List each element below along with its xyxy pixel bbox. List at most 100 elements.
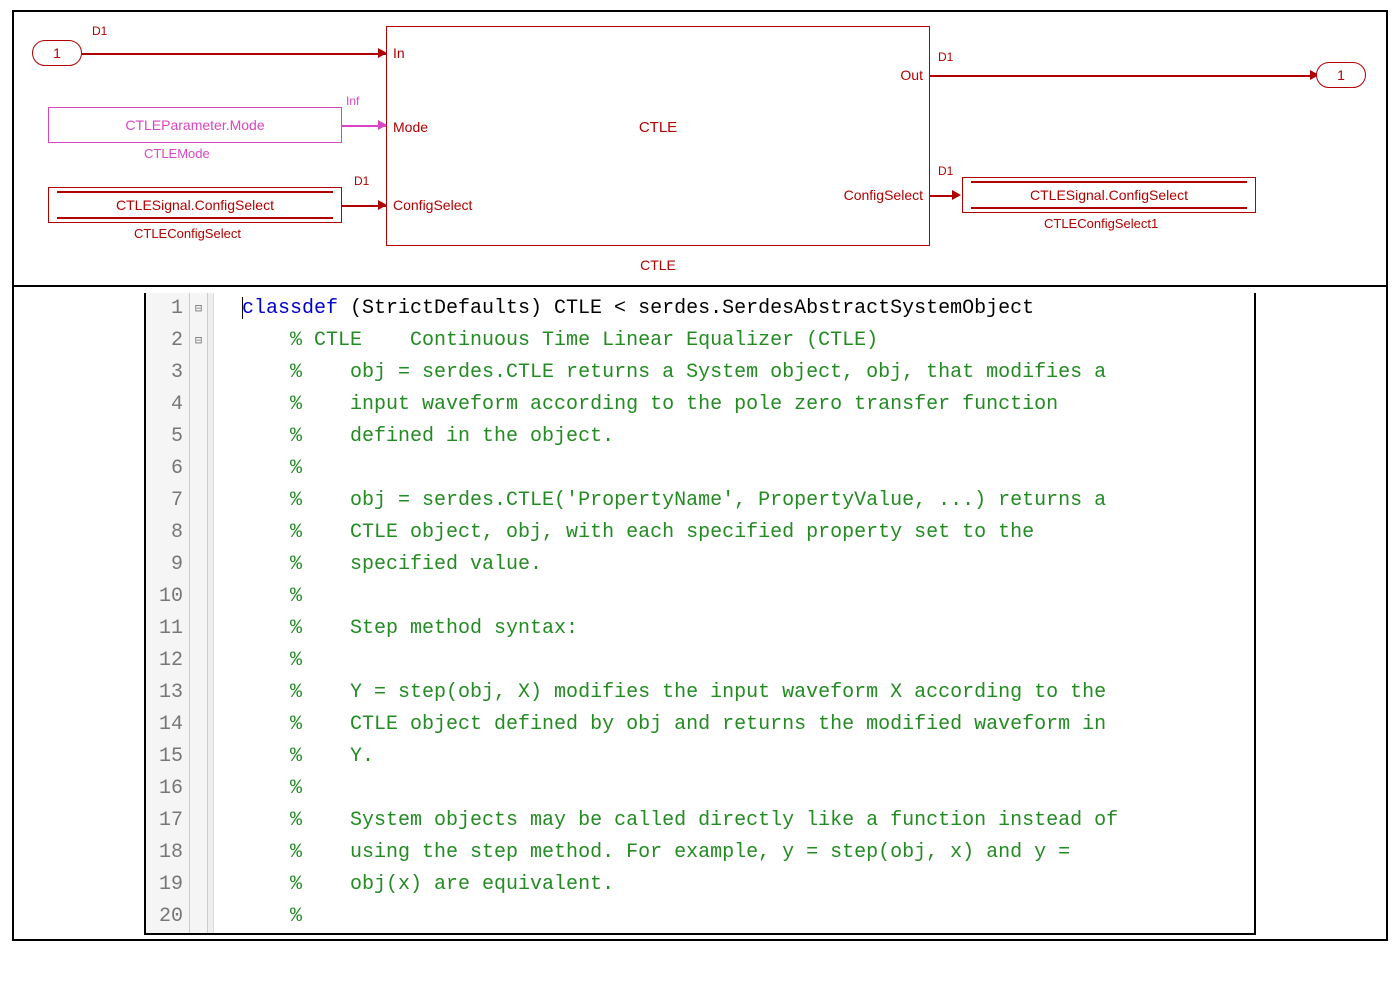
line-number: 4 bbox=[146, 389, 190, 421]
fold-gutter[interactable] bbox=[190, 709, 208, 741]
code-line[interactable]: 2⊟ % CTLE Continuous Time Linear Equaliz… bbox=[146, 325, 1254, 357]
code-text[interactable]: % bbox=[214, 581, 1254, 613]
code-line[interactable]: 14 % CTLE object defined by obj and retu… bbox=[146, 709, 1254, 741]
fold-gutter[interactable] bbox=[190, 837, 208, 869]
fold-gutter[interactable] bbox=[190, 805, 208, 837]
ctle-parameter-mode-text: CTLEParameter.Mode bbox=[125, 117, 264, 133]
ctle-block[interactable]: In Mode ConfigSelect Out ConfigSelect CT… bbox=[386, 26, 930, 246]
code-text[interactable]: % bbox=[214, 773, 1254, 805]
signal-label-d1-in: D1 bbox=[92, 24, 107, 38]
code-line[interactable]: 7 % obj = serdes.CTLE('PropertyName', Pr… bbox=[146, 485, 1254, 517]
port-configselect-out-label: ConfigSelect bbox=[844, 187, 923, 203]
ctle-configselect-read-block[interactable]: CTLESignal.ConfigSelect bbox=[48, 187, 342, 223]
fold-gutter[interactable] bbox=[190, 645, 208, 677]
code-text[interactable]: % Y. bbox=[214, 741, 1254, 773]
fold-gutter[interactable] bbox=[190, 357, 208, 389]
code-text[interactable]: % CTLE Continuous Time Linear Equalizer … bbox=[214, 325, 1254, 357]
code-line[interactable]: 15 % Y. bbox=[146, 741, 1254, 773]
code-line[interactable]: 9 % specified value. bbox=[146, 549, 1254, 581]
ds-decor bbox=[57, 191, 333, 193]
line-number: 12 bbox=[146, 645, 190, 677]
code-line[interactable]: 10 % bbox=[146, 581, 1254, 613]
code-text[interactable]: % System objects may be called directly … bbox=[214, 805, 1254, 837]
port-out-label: Out bbox=[900, 67, 923, 83]
fold-gutter[interactable] bbox=[190, 389, 208, 421]
ds-decor bbox=[57, 217, 333, 219]
code-line[interactable]: 17 % System objects may be called direct… bbox=[146, 805, 1254, 837]
fold-gutter[interactable] bbox=[190, 773, 208, 805]
simulink-diagram[interactable]: 1 D1 In Mode ConfigSelect Out ConfigSele… bbox=[14, 12, 1386, 287]
fold-gutter[interactable] bbox=[190, 421, 208, 453]
code-text[interactable]: % Y = step(obj, X) modifies the input wa… bbox=[214, 677, 1254, 709]
line-number: 17 bbox=[146, 805, 190, 837]
fold-gutter[interactable] bbox=[190, 517, 208, 549]
code-text[interactable]: % Step method syntax: bbox=[214, 613, 1254, 645]
code-text[interactable]: % CTLE object, obj, with each specified … bbox=[214, 517, 1254, 549]
signal-label-d1: D1 bbox=[354, 174, 369, 188]
code-text[interactable]: % obj = serdes.CTLE returns a System obj… bbox=[214, 357, 1254, 389]
fold-gutter[interactable] bbox=[190, 581, 208, 613]
code-line[interactable]: 8 % CTLE object, obj, with each specifie… bbox=[146, 517, 1254, 549]
outport-block[interactable]: 1 bbox=[1316, 62, 1366, 88]
fold-gutter[interactable] bbox=[190, 549, 208, 581]
fold-gutter[interactable] bbox=[190, 869, 208, 901]
wire-in bbox=[82, 53, 386, 55]
signal-label-d1: D1 bbox=[938, 164, 953, 178]
fold-gutter[interactable] bbox=[190, 741, 208, 773]
signal-label-inf: Inf bbox=[346, 94, 359, 108]
code-line[interactable]: 19 % obj(x) are equivalent. bbox=[146, 869, 1254, 901]
code-text[interactable]: % bbox=[214, 453, 1254, 485]
ds-write-text: CTLESignal.ConfigSelect bbox=[1030, 187, 1188, 203]
fold-gutter[interactable] bbox=[190, 613, 208, 645]
line-number: 7 bbox=[146, 485, 190, 517]
signal-label-d1-out: D1 bbox=[938, 50, 953, 64]
code-line[interactable]: 1⊟classdef (StrictDefaults) CTLE < serde… bbox=[146, 293, 1254, 325]
line-number: 10 bbox=[146, 581, 190, 613]
code-line[interactable]: 13 % Y = step(obj, X) modifies the input… bbox=[146, 677, 1254, 709]
code-text[interactable]: % using the step method. For example, y … bbox=[214, 837, 1254, 869]
fold-gutter[interactable] bbox=[190, 453, 208, 485]
ctle-parameter-mode-block[interactable]: CTLEParameter.Mode bbox=[48, 107, 342, 143]
code-line[interactable]: 16 % bbox=[146, 773, 1254, 805]
code-line[interactable]: 3 % obj = serdes.CTLE returns a System o… bbox=[146, 357, 1254, 389]
code-text[interactable]: % defined in the object. bbox=[214, 421, 1254, 453]
code-line[interactable]: 6 % bbox=[146, 453, 1254, 485]
fold-gutter[interactable] bbox=[190, 485, 208, 517]
line-number: 2 bbox=[146, 325, 190, 357]
code-text[interactable]: % obj(x) are equivalent. bbox=[214, 869, 1254, 901]
line-number: 19 bbox=[146, 869, 190, 901]
code-text[interactable]: classdef (StrictDefaults) CTLE < serdes.… bbox=[214, 293, 1254, 325]
code-line[interactable]: 20 % bbox=[146, 901, 1254, 933]
code-line[interactable]: 5 % defined in the object. bbox=[146, 421, 1254, 453]
figure-frame: 1 D1 In Mode ConfigSelect Out ConfigSele… bbox=[12, 10, 1388, 941]
code-text[interactable]: % bbox=[214, 901, 1254, 933]
ds-read-text: CTLESignal.ConfigSelect bbox=[116, 197, 274, 213]
code-text[interactable]: % input waveform according to the pole z… bbox=[214, 389, 1254, 421]
ctle-configselect-write-block[interactable]: CTLESignal.ConfigSelect bbox=[962, 177, 1256, 213]
ctle-configselect-out-caption: CTLEConfigSelect1 bbox=[1044, 216, 1158, 231]
ctle-block-caption: CTLE bbox=[640, 257, 676, 273]
fold-gutter[interactable]: ⊟ bbox=[190, 293, 208, 325]
line-number: 9 bbox=[146, 549, 190, 581]
fold-gutter[interactable] bbox=[190, 677, 208, 709]
line-number: 18 bbox=[146, 837, 190, 869]
line-number: 8 bbox=[146, 517, 190, 549]
code-line[interactable]: 12 % bbox=[146, 645, 1254, 677]
ds-decor bbox=[971, 181, 1247, 183]
code-text[interactable]: % specified value. bbox=[214, 549, 1254, 581]
code-line[interactable]: 18 % using the step method. For example,… bbox=[146, 837, 1254, 869]
arrow-icon bbox=[378, 200, 387, 210]
inport-block[interactable]: 1 bbox=[32, 40, 82, 66]
fold-gutter[interactable]: ⊟ bbox=[190, 325, 208, 357]
code-text[interactable]: % obj = serdes.CTLE('PropertyName', Prop… bbox=[214, 485, 1254, 517]
line-number: 13 bbox=[146, 677, 190, 709]
code-line[interactable]: 4 % input waveform according to the pole… bbox=[146, 389, 1254, 421]
ctle-block-title: CTLE bbox=[639, 119, 677, 136]
matlab-editor[interactable]: 1⊟classdef (StrictDefaults) CTLE < serde… bbox=[144, 293, 1256, 935]
wire-out bbox=[930, 75, 1314, 77]
line-number: 14 bbox=[146, 709, 190, 741]
fold-gutter[interactable] bbox=[190, 901, 208, 933]
code-text[interactable]: % bbox=[214, 645, 1254, 677]
code-text[interactable]: % CTLE object defined by obj and returns… bbox=[214, 709, 1254, 741]
code-line[interactable]: 11 % Step method syntax: bbox=[146, 613, 1254, 645]
